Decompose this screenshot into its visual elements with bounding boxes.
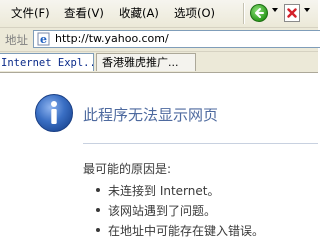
stop-dropdown-arrow-icon[interactable]	[304, 8, 310, 12]
tab-internet-explorer[interactable]: Internet Expl...	[0, 53, 94, 71]
tab-yahoo-hk[interactable]: 香港雅虎推广...	[96, 53, 196, 71]
reason-text: 该网站遇到了问题。	[108, 204, 217, 218]
reason-text: 未连接到 Internet。	[108, 184, 220, 198]
menu-view[interactable]: 查看(V)	[64, 5, 104, 21]
stop-button[interactable]	[284, 4, 300, 22]
address-label: 地址	[5, 33, 28, 47]
title-divider	[83, 143, 318, 144]
bullet-icon	[96, 228, 100, 232]
menu-bar: 文件(F) 查看(V) 收藏(A) 选项(O)	[0, 0, 318, 28]
back-button[interactable]	[250, 4, 268, 22]
info-icon	[35, 94, 73, 132]
stop-icon	[287, 8, 297, 18]
bullet-icon	[96, 208, 100, 212]
ie-page-icon: e	[37, 32, 50, 46]
menu-favorites[interactable]: 收藏(A)	[119, 5, 159, 21]
reason-text: 在地址中可能存在键入错误。	[108, 224, 265, 238]
address-field[interactable]: e	[33, 30, 320, 48]
tab-bar: Internet Expl... 香港雅虎推广...	[0, 52, 318, 73]
back-dropdown-arrow-icon[interactable]	[272, 8, 278, 12]
reason-item: 未连接到 Internet。	[96, 182, 220, 199]
back-arrow-icon	[255, 8, 264, 18]
menu-separator	[243, 3, 245, 24]
menu-options[interactable]: 选项(O)	[174, 5, 215, 21]
menu-file[interactable]: 文件(F)	[11, 5, 50, 21]
reasons-heading: 最可能的原因是:	[83, 162, 172, 176]
reason-item: 在地址中可能存在键入错误。	[96, 222, 265, 239]
url-input[interactable]	[55, 31, 315, 47]
address-bar: 地址 e	[0, 28, 320, 52]
bullet-icon	[96, 188, 100, 192]
reason-item: 该网站遇到了问题。	[96, 202, 217, 219]
error-title: 此程序无法显示网页	[83, 106, 219, 124]
svg-text:e: e	[40, 33, 47, 46]
